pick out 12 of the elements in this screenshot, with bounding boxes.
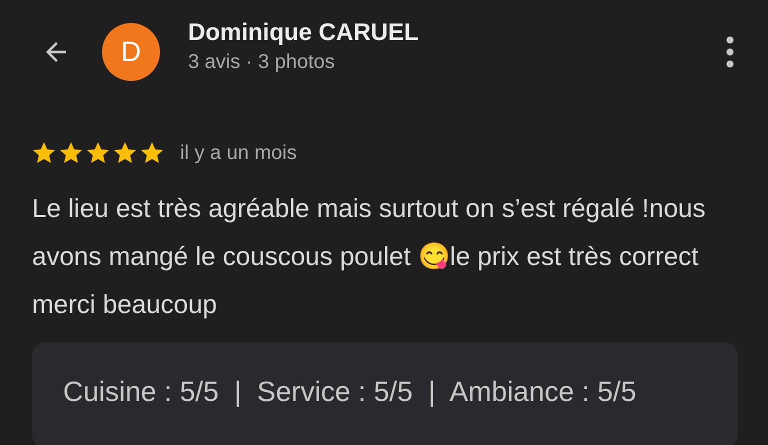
star-icon [85,140,111,166]
avatar: D [102,23,160,81]
review-text: Le lieu est très agréable mais surtout on s’est régalé !nous avons mangé le couscous poulet 😋le prix est très correct merci beaucoup [32,192,706,321]
review-time: il y a un mois [180,142,297,164]
reviewer-name: Dominique CARUEL [188,18,420,48]
more-icon [726,36,734,68]
star-icon [31,140,57,166]
star-icon [139,140,165,166]
ratings-summary: Cuisine : 5/5 | Service : 5/5 | Ambiance : 5/5 [63,376,636,407]
reviewer-stats: 3 avis · 3 photos [188,50,336,75]
star-icon [112,140,138,166]
star-icon [58,140,84,166]
